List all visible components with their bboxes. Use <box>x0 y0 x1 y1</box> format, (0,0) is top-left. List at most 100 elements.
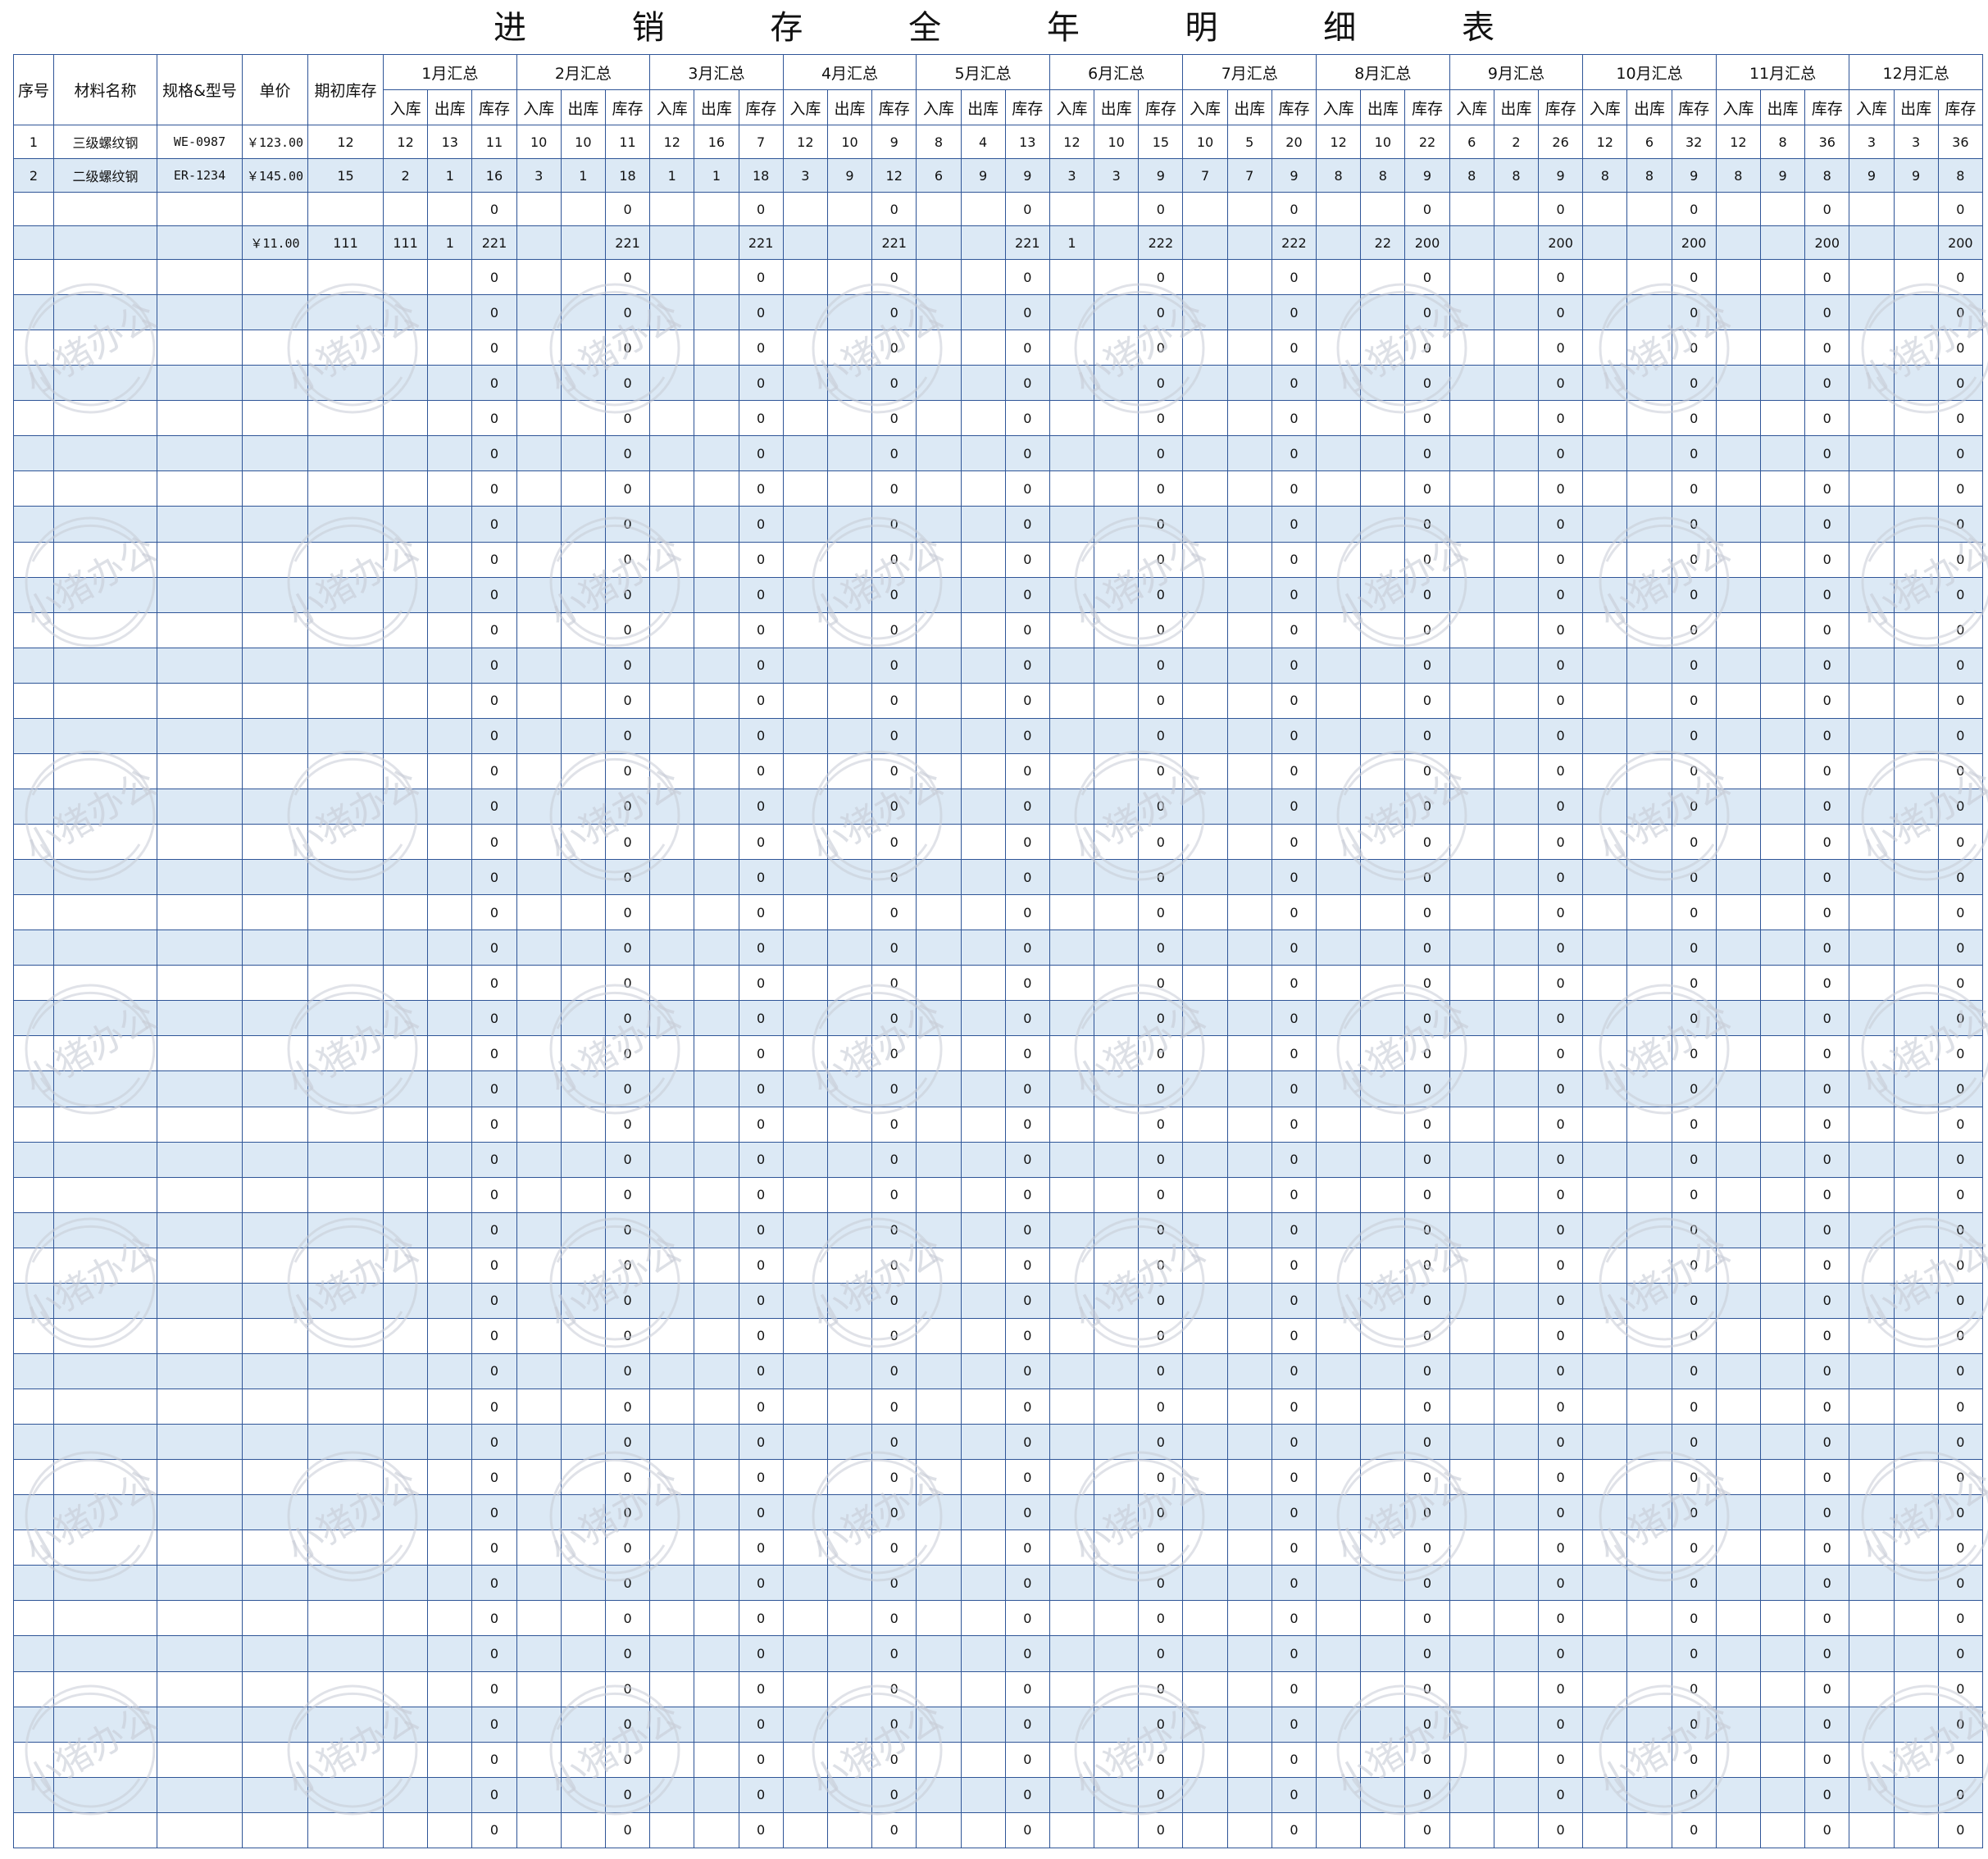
cell-in <box>649 294 695 331</box>
cell-out <box>1360 1317 1406 1354</box>
cell-stock: 0 <box>1404 717 1450 754</box>
cell-out <box>1094 1529 1140 1566</box>
cell-stock: 0 <box>1004 192 1050 226</box>
cell-stock: 0 <box>1671 859 1717 896</box>
header-opening: 期初库存 <box>307 54 384 125</box>
cell-stock: 0 <box>1004 859 1050 896</box>
cell-stock: 0 <box>1804 470 1850 507</box>
cell-spec <box>157 1706 243 1743</box>
cell-out <box>1094 1494 1140 1531</box>
cell-stock: 0 <box>471 894 517 931</box>
cell-in: 1 <box>649 158 695 193</box>
cell-in <box>1049 1494 1095 1531</box>
cell-in <box>1316 1776 1362 1813</box>
cell-out <box>826 1600 873 1637</box>
cell-price <box>242 1317 308 1354</box>
cell-stock: 0 <box>1004 1211 1050 1248</box>
cell-out <box>560 717 606 754</box>
cell-out <box>826 647 873 684</box>
cell-out <box>1226 470 1272 507</box>
cell-in <box>1449 1035 1494 1072</box>
cell-opening <box>307 1811 384 1848</box>
cell-stock: 0 <box>1671 1459 1717 1496</box>
cell-stock: 0 <box>871 682 917 719</box>
cell-in <box>1049 1000 1095 1037</box>
cell-seq <box>13 506 54 543</box>
cell-price <box>242 965 308 1002</box>
cell-stock: 0 <box>1404 330 1450 366</box>
cell-stock: 0 <box>1937 823 1983 861</box>
cell-stock: 0 <box>1937 930 1983 966</box>
cell-in <box>1449 788 1494 825</box>
cell-name <box>53 294 157 331</box>
cell-out <box>427 192 473 226</box>
cell-in <box>1849 576 1895 613</box>
cell-price <box>242 752 308 789</box>
cell-stock: 0 <box>604 788 651 825</box>
cell-stock: 0 <box>738 1494 784 1531</box>
table-row: 000000000000 <box>13 435 1983 472</box>
cell-out: 1 <box>427 158 473 193</box>
cell-out <box>960 330 1006 366</box>
cell-out <box>1094 1070 1140 1107</box>
cell-name <box>53 192 157 226</box>
cell-out <box>694 682 739 719</box>
cell-in <box>782 1317 828 1354</box>
cell-stock: 221 <box>604 225 651 260</box>
cell-in <box>1182 1211 1228 1248</box>
cell-stock: 0 <box>1138 682 1184 719</box>
cell-stock: 0 <box>1804 1317 1850 1354</box>
cell-price <box>242 859 308 896</box>
cell-out <box>560 225 606 260</box>
cell-in <box>1182 682 1228 719</box>
cell-out <box>1893 294 1939 331</box>
cell-in <box>1849 1247 1895 1284</box>
cell-seq <box>13 435 54 472</box>
cell-stock: 0 <box>1537 752 1584 789</box>
cell-stock: 0 <box>1004 930 1050 966</box>
cell-out <box>1493 225 1540 260</box>
cell-stock: 0 <box>1404 1176 1450 1213</box>
cell-in <box>1582 1424 1628 1461</box>
cell-in <box>782 1282 828 1319</box>
cell-out <box>1626 752 1672 789</box>
cell-in <box>1582 717 1628 754</box>
cell-stock: 0 <box>1138 1635 1184 1672</box>
cell-stock: 0 <box>1671 1565 1717 1602</box>
cell-out <box>427 258 473 296</box>
cell-in <box>1049 1600 1095 1637</box>
cell-in: 8 <box>1449 158 1494 193</box>
cell-stock: 0 <box>1004 1635 1050 1672</box>
table-row: 000000000000 <box>13 1352 1983 1390</box>
cell-in <box>382 682 429 719</box>
cell-in <box>916 930 962 966</box>
cell-stock: 200 <box>1537 225 1584 260</box>
cell-in <box>1449 470 1494 507</box>
cell-in <box>1182 225 1228 260</box>
cell-out <box>960 1811 1006 1848</box>
cell-in: 12 <box>1316 125 1362 159</box>
cell-in <box>382 1670 429 1707</box>
cell-out <box>1759 788 1806 825</box>
cell-stock: 0 <box>1937 1494 1983 1531</box>
header-in: 入库 <box>382 89 429 125</box>
cell-in <box>1849 1670 1895 1707</box>
cell-out <box>1626 1247 1672 1284</box>
cell-stock: 0 <box>1671 894 1717 931</box>
cell-stock: 0 <box>1804 1494 1850 1531</box>
cell-out <box>826 752 873 789</box>
cell-in <box>782 400 828 437</box>
cell-seq <box>13 1211 54 1248</box>
cell-in <box>782 330 828 366</box>
cell-in <box>1715 1070 1761 1107</box>
cell-opening <box>307 1388 384 1425</box>
cell-in <box>382 400 429 437</box>
cell-in <box>916 682 962 719</box>
cell-stock: 0 <box>1271 294 1317 331</box>
cell-out <box>1094 1247 1140 1284</box>
cell-in <box>1049 506 1095 543</box>
cell-out <box>1360 1670 1406 1707</box>
cell-stock: 0 <box>1404 400 1450 437</box>
cell-stock: 7 <box>738 125 784 159</box>
cell-stock: 0 <box>1404 1000 1450 1037</box>
